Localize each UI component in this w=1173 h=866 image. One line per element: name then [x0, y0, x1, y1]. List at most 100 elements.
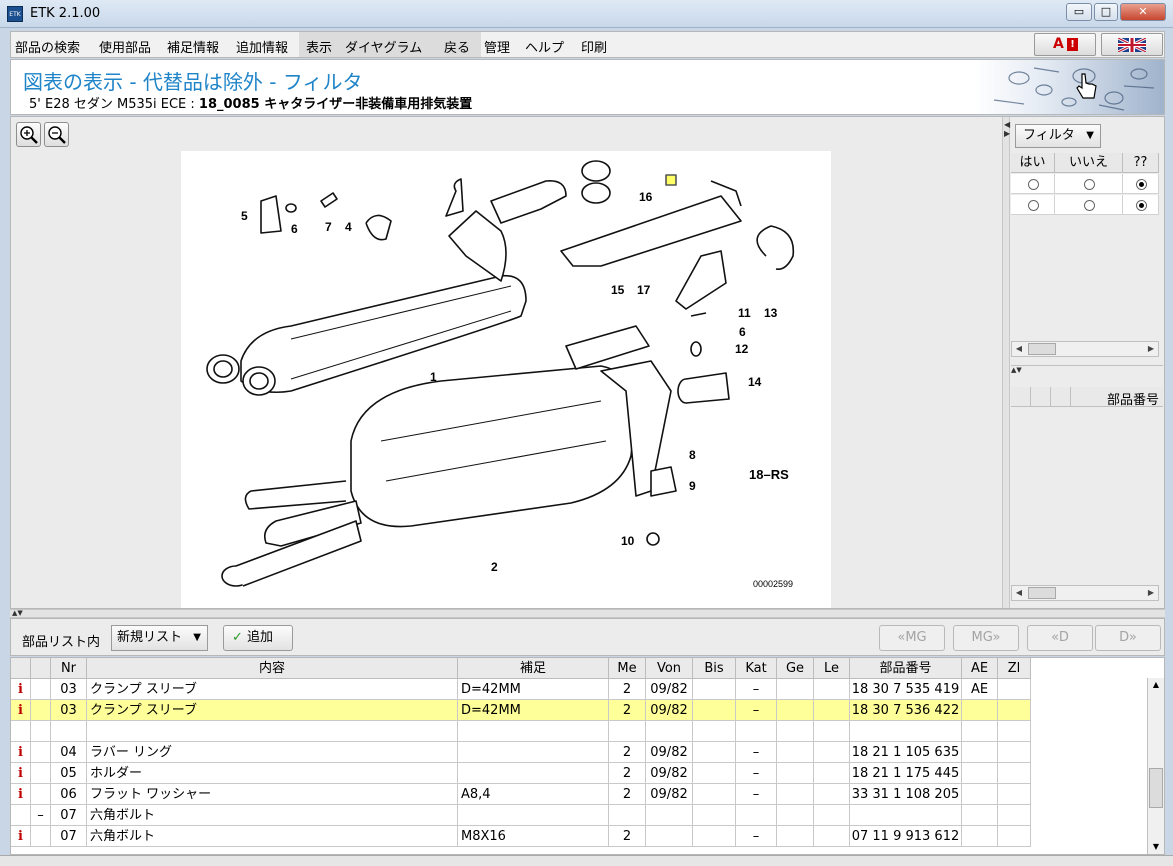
table-row[interactable]: i 07 六角ボルト M8X16 2 – 07 11 9 913 612	[11, 826, 1031, 847]
col-description[interactable]: 内容	[87, 658, 458, 679]
scroll-left-icon[interactable]: ◀	[1012, 342, 1026, 356]
menu-additional-info[interactable]: 追加情報	[236, 37, 288, 56]
menu-print[interactable]: 印刷	[581, 37, 607, 56]
table-row[interactable]: i 03 クランプ スリーブ D=42MM 2 09/82 – 18 30 7 535 419…	[11, 679, 1031, 700]
col-le[interactable]: Le	[814, 658, 850, 679]
filter-row1-no[interactable]	[1055, 174, 1123, 194]
next-mg-button[interactable]: MG»	[953, 625, 1019, 651]
callout-16[interactable]: 16	[639, 190, 653, 204]
menu-supplementary-info[interactable]: 補足情報	[167, 37, 219, 56]
info-icon[interactable]: i	[11, 679, 31, 700]
callout-6b[interactable]: 6	[739, 325, 746, 339]
radio-button[interactable]	[1027, 199, 1039, 211]
callout-17[interactable]: 17	[637, 283, 651, 297]
table-vscrollbar[interactable]: ▲ ▼	[1147, 678, 1164, 854]
table-row[interactable]: i 05 ホルダー 2 09/82 – 18 21 1 175 445	[11, 763, 1031, 784]
scroll-down-icon[interactable]: ▼	[1149, 840, 1163, 854]
callout-4[interactable]: 4	[345, 220, 352, 234]
info-icon[interactable]: i	[11, 826, 31, 847]
prev-d-button[interactable]: «D	[1027, 625, 1093, 651]
callout-10[interactable]: 10	[621, 534, 635, 548]
scroll-right-icon[interactable]: ▶	[1144, 342, 1158, 356]
filter-row1-yes[interactable]	[1011, 174, 1055, 194]
zoom-out-button[interactable]	[44, 122, 69, 147]
info-icon[interactable]: i	[11, 742, 31, 763]
horizontal-splitter[interactable]: ▲▼	[10, 609, 1165, 618]
callout-13[interactable]: 13	[764, 306, 778, 320]
add-button[interactable]: ✓ 追加	[223, 625, 293, 651]
callout-1[interactable]: 1	[430, 370, 437, 384]
zoom-in-button[interactable]	[16, 122, 41, 147]
cell-desc	[87, 721, 458, 742]
col-part-number[interactable]: 部品番号	[850, 658, 962, 679]
info-icon[interactable]	[11, 805, 31, 826]
table-row[interactable]: i 03 クランプ スリーブ D=42MM 2 09/82 – 18 30 7 536 422	[11, 700, 1031, 721]
menu-back[interactable]: 戻る	[444, 37, 470, 56]
col-von[interactable]: Von	[646, 658, 693, 679]
close-button[interactable]: ✕	[1120, 3, 1166, 21]
radio-button[interactable]	[1083, 178, 1095, 190]
menu-view[interactable]: 表示	[306, 37, 332, 56]
filter-dropdown[interactable]: フィルタ ▼	[1015, 124, 1101, 148]
alert-flag-button[interactable]: A !	[1034, 33, 1096, 56]
menu-diagram[interactable]: ダイヤグラム	[345, 37, 422, 56]
scroll-right-icon[interactable]: ▶	[1144, 586, 1158, 600]
scroll-thumb[interactable]	[1028, 587, 1056, 599]
menu-admin[interactable]: 管理	[484, 37, 510, 56]
info-icon[interactable]: i	[11, 784, 31, 805]
menu-used-parts[interactable]: 使用部品	[99, 37, 151, 56]
filter-row2-unknown[interactable]	[1123, 195, 1159, 215]
next-d-button[interactable]: D»	[1095, 625, 1161, 651]
filter-row2-yes[interactable]	[1011, 195, 1055, 215]
filter-hscrollbar[interactable]: ◀ ▶	[1011, 341, 1159, 357]
table-row[interactable]	[11, 721, 1031, 742]
table-row[interactable]: –07 六角ボルト	[11, 805, 1031, 826]
filter-bottom-hscrollbar[interactable]: ◀ ▶	[1011, 585, 1159, 601]
menu-part-search[interactable]: 部品の検索	[15, 37, 80, 56]
radio-button-selected[interactable]	[1135, 178, 1147, 190]
callout-9[interactable]: 9	[689, 479, 696, 493]
table-row[interactable]: i 06 フラット ワッシャー A8,4 2 09/82 – 33 31 1 108 205	[11, 784, 1031, 805]
info-icon[interactable]	[11, 721, 31, 742]
maximize-button[interactable]: □	[1094, 3, 1118, 21]
col-me[interactable]: Me	[609, 658, 646, 679]
vertical-splitter[interactable]: ◀ ▶	[1002, 117, 1010, 608]
scroll-thumb[interactable]	[1149, 768, 1163, 808]
col-nr[interactable]: Nr	[51, 658, 87, 679]
col-note[interactable]: 補足	[458, 658, 609, 679]
splitter-arrow-icon[interactable]: ◀ ▶	[1004, 120, 1010, 138]
callout-15[interactable]: 15	[611, 283, 625, 297]
col-zl[interactable]: Zl	[998, 658, 1031, 679]
info-icon[interactable]: i	[11, 763, 31, 784]
radio-button-selected[interactable]	[1135, 199, 1147, 211]
callout-5[interactable]: 5	[241, 209, 248, 223]
scroll-thumb[interactable]	[1028, 343, 1056, 355]
callout-12[interactable]: 12	[735, 342, 749, 356]
col-kat[interactable]: Kat	[736, 658, 777, 679]
list-select[interactable]: 新規リスト ▼	[111, 625, 208, 651]
prev-mg-button[interactable]: «MG	[879, 625, 945, 651]
splitter-arrows-icon[interactable]: ▲▼	[12, 609, 23, 617]
radio-button[interactable]	[1083, 199, 1095, 211]
filter-row1-unknown[interactable]	[1123, 174, 1159, 194]
scroll-up-icon[interactable]: ▲	[1149, 678, 1163, 692]
language-flag-button[interactable]: UK	[1101, 33, 1163, 56]
scroll-left-icon[interactable]: ◀	[1012, 586, 1026, 600]
exhaust-diagram[interactable]: 1 2 4 5 6 7 16 15 17 11 13 6 12 14 8 9 1	[181, 151, 831, 608]
col-bis[interactable]: Bis	[693, 658, 736, 679]
panel-splitter[interactable]: ▲▼	[1011, 365, 1163, 374]
callout-8[interactable]: 8	[689, 448, 696, 462]
col-ge[interactable]: Ge	[777, 658, 814, 679]
minimize-button[interactable]: ▭	[1066, 3, 1092, 21]
filter-row2-no[interactable]	[1055, 195, 1123, 215]
callout-14[interactable]: 14	[748, 375, 762, 389]
radio-button[interactable]	[1027, 178, 1039, 190]
info-icon[interactable]: i	[11, 700, 31, 721]
callout-2[interactable]: 2	[491, 560, 498, 574]
col-ae[interactable]: AE	[962, 658, 998, 679]
callout-7[interactable]: 7	[325, 220, 332, 234]
callout-11[interactable]: 11	[738, 306, 751, 320]
menu-help[interactable]: ヘルプ	[525, 37, 564, 56]
callout-6a[interactable]: 6	[291, 222, 298, 236]
table-row[interactable]: i 04 ラバー リング 2 09/82 – 18 21 1 105 635	[11, 742, 1031, 763]
